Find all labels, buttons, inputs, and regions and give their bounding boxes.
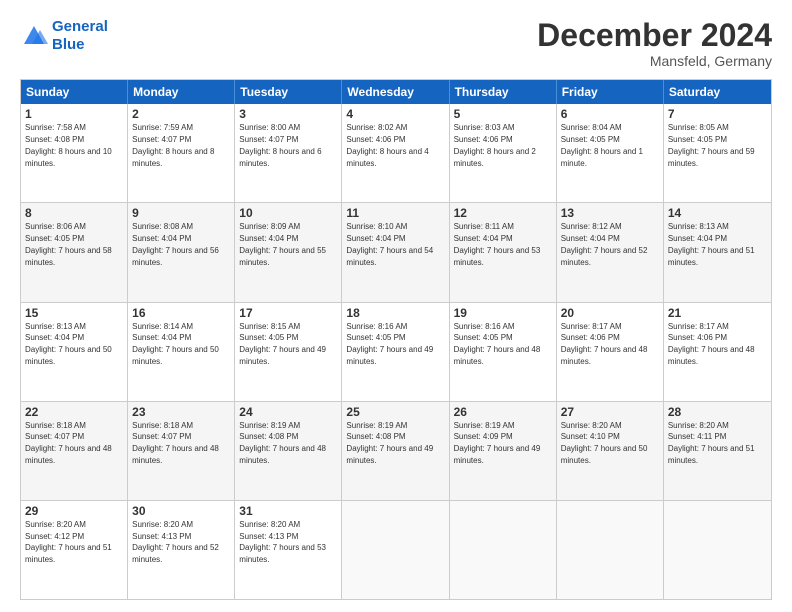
day-cell-27: 27Sunrise: 8:20 AMSunset: 4:10 PMDayligh… [557, 402, 664, 500]
day-cell-11: 11Sunrise: 8:10 AMSunset: 4:04 PMDayligh… [342, 203, 449, 301]
logo-icon [20, 22, 48, 50]
header-monday: Monday [128, 80, 235, 104]
day-cell-7: 7Sunrise: 8:05 AMSunset: 4:05 PMDaylight… [664, 104, 771, 202]
day-cell-20: 20Sunrise: 8:17 AMSunset: 4:06 PMDayligh… [557, 303, 664, 401]
header-friday: Friday [557, 80, 664, 104]
header-thursday: Thursday [450, 80, 557, 104]
day-cell-31: 31Sunrise: 8:20 AMSunset: 4:13 PMDayligh… [235, 501, 342, 599]
empty-cell [450, 501, 557, 599]
month-title: December 2024 [537, 18, 772, 53]
day-cell-5: 5Sunrise: 8:03 AMSunset: 4:06 PMDaylight… [450, 104, 557, 202]
day-cell-28: 28Sunrise: 8:20 AMSunset: 4:11 PMDayligh… [664, 402, 771, 500]
calendar-week-2: 8Sunrise: 8:06 AMSunset: 4:05 PMDaylight… [21, 202, 771, 301]
day-cell-4: 4Sunrise: 8:02 AMSunset: 4:06 PMDaylight… [342, 104, 449, 202]
calendar-week-5: 29Sunrise: 8:20 AMSunset: 4:12 PMDayligh… [21, 500, 771, 599]
day-cell-23: 23Sunrise: 8:18 AMSunset: 4:07 PMDayligh… [128, 402, 235, 500]
header-wednesday: Wednesday [342, 80, 449, 104]
day-cell-25: 25Sunrise: 8:19 AMSunset: 4:08 PMDayligh… [342, 402, 449, 500]
day-cell-14: 14Sunrise: 8:13 AMSunset: 4:04 PMDayligh… [664, 203, 771, 301]
calendar: Sunday Monday Tuesday Wednesday Thursday… [20, 79, 772, 600]
day-cell-10: 10Sunrise: 8:09 AMSunset: 4:04 PMDayligh… [235, 203, 342, 301]
empty-cell [664, 501, 771, 599]
day-cell-26: 26Sunrise: 8:19 AMSunset: 4:09 PMDayligh… [450, 402, 557, 500]
empty-cell [557, 501, 664, 599]
header-sunday: Sunday [21, 80, 128, 104]
day-cell-21: 21Sunrise: 8:17 AMSunset: 4:06 PMDayligh… [664, 303, 771, 401]
day-cell-6: 6Sunrise: 8:04 AMSunset: 4:05 PMDaylight… [557, 104, 664, 202]
calendar-week-3: 15Sunrise: 8:13 AMSunset: 4:04 PMDayligh… [21, 302, 771, 401]
logo: General Blue [20, 18, 108, 54]
day-cell-9: 9Sunrise: 8:08 AMSunset: 4:04 PMDaylight… [128, 203, 235, 301]
page: General Blue December 2024 Mansfeld, Ger… [0, 0, 792, 612]
calendar-week-4: 22Sunrise: 8:18 AMSunset: 4:07 PMDayligh… [21, 401, 771, 500]
day-cell-8: 8Sunrise: 8:06 AMSunset: 4:05 PMDaylight… [21, 203, 128, 301]
location-subtitle: Mansfeld, Germany [537, 53, 772, 69]
title-block: December 2024 Mansfeld, Germany [537, 18, 772, 69]
day-cell-15: 15Sunrise: 8:13 AMSunset: 4:04 PMDayligh… [21, 303, 128, 401]
logo-text: General Blue [52, 18, 108, 54]
calendar-week-1: 1Sunrise: 7:58 AMSunset: 4:08 PMDaylight… [21, 104, 771, 202]
day-cell-24: 24Sunrise: 8:19 AMSunset: 4:08 PMDayligh… [235, 402, 342, 500]
day-cell-30: 30Sunrise: 8:20 AMSunset: 4:13 PMDayligh… [128, 501, 235, 599]
day-cell-16: 16Sunrise: 8:14 AMSunset: 4:04 PMDayligh… [128, 303, 235, 401]
empty-cell [342, 501, 449, 599]
day-cell-1: 1Sunrise: 7:58 AMSunset: 4:08 PMDaylight… [21, 104, 128, 202]
day-cell-18: 18Sunrise: 8:16 AMSunset: 4:05 PMDayligh… [342, 303, 449, 401]
day-cell-29: 29Sunrise: 8:20 AMSunset: 4:12 PMDayligh… [21, 501, 128, 599]
header-saturday: Saturday [664, 80, 771, 104]
day-cell-17: 17Sunrise: 8:15 AMSunset: 4:05 PMDayligh… [235, 303, 342, 401]
day-cell-2: 2Sunrise: 7:59 AMSunset: 4:07 PMDaylight… [128, 104, 235, 202]
calendar-header: Sunday Monday Tuesday Wednesday Thursday… [21, 80, 771, 104]
day-cell-13: 13Sunrise: 8:12 AMSunset: 4:04 PMDayligh… [557, 203, 664, 301]
day-cell-3: 3Sunrise: 8:00 AMSunset: 4:07 PMDaylight… [235, 104, 342, 202]
day-cell-22: 22Sunrise: 8:18 AMSunset: 4:07 PMDayligh… [21, 402, 128, 500]
header-tuesday: Tuesday [235, 80, 342, 104]
day-cell-19: 19Sunrise: 8:16 AMSunset: 4:05 PMDayligh… [450, 303, 557, 401]
day-cell-12: 12Sunrise: 8:11 AMSunset: 4:04 PMDayligh… [450, 203, 557, 301]
calendar-body: 1Sunrise: 7:58 AMSunset: 4:08 PMDaylight… [21, 104, 771, 599]
header: General Blue December 2024 Mansfeld, Ger… [20, 18, 772, 69]
